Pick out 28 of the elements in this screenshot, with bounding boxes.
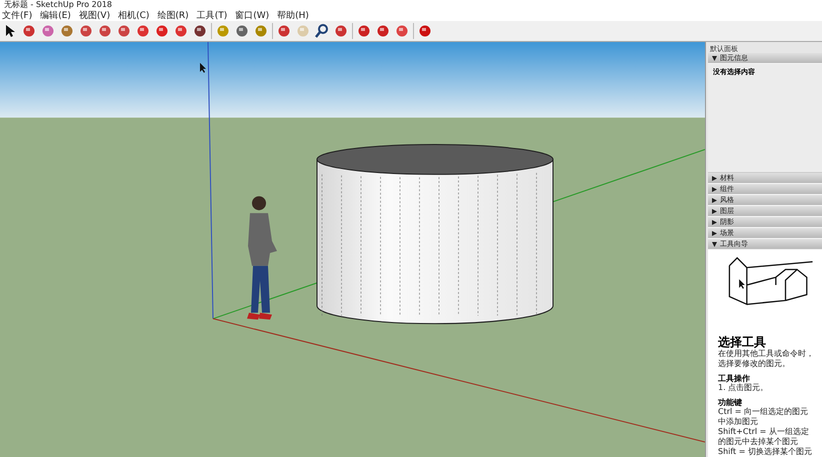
collapsed-triangle-icon bbox=[712, 220, 717, 224]
collapsed-triangle-icon bbox=[712, 230, 717, 236]
guide-instruction-text: 1. 点击图元。 bbox=[718, 383, 770, 393]
window-title: 无标题 - SketchUp Pro 2018 bbox=[0, 0, 822, 10]
menu-item[interactable]: 窗口(W) bbox=[235, 9, 270, 22]
expanded-triangle-icon bbox=[712, 56, 717, 60]
guide-instruction-text: Shift = 切换选择某个图元 bbox=[718, 447, 813, 457]
menu-item[interactable]: 绘图(R) bbox=[157, 9, 189, 22]
mouse-cursor-icon bbox=[200, 62, 206, 73]
tool-name-heading: 选择工具 bbox=[718, 336, 767, 349]
expanded-triangle-icon bbox=[712, 242, 717, 246]
guide-instruction-text: Shift+Ctrl = 从一组选定的图元中去掉某个图元 bbox=[718, 427, 810, 447]
collapsed-triangle-icon bbox=[712, 208, 717, 214]
3d-viewport[interactable] bbox=[0, 42, 705, 457]
collapsed-triangle-icon bbox=[712, 186, 717, 192]
menu-item[interactable]: 工具(T) bbox=[196, 9, 228, 22]
menu-item[interactable]: 相机(C) bbox=[118, 9, 150, 22]
guide-section-title: 工具操作 bbox=[718, 373, 751, 383]
magnifier-icon[interactable] bbox=[314, 23, 330, 39]
collapsed-triangle-icon bbox=[712, 198, 717, 202]
guide-instruction-text: Ctrl = 向一组选定的图元中添加图元 bbox=[718, 407, 810, 427]
menu-item[interactable]: 文件(F) bbox=[2, 9, 32, 22]
guide-section-title: 功能键 bbox=[718, 397, 743, 407]
tool-description-text: 在使用其他工具或命令时，选择要修改的图元。 bbox=[718, 349, 814, 369]
menu-item[interactable]: 视图(V) bbox=[78, 9, 110, 22]
collapsed-triangle-icon bbox=[712, 176, 717, 180]
menu-item[interactable]: 帮助(H) bbox=[277, 9, 309, 22]
menu-item[interactable]: 编辑(E) bbox=[40, 9, 71, 22]
